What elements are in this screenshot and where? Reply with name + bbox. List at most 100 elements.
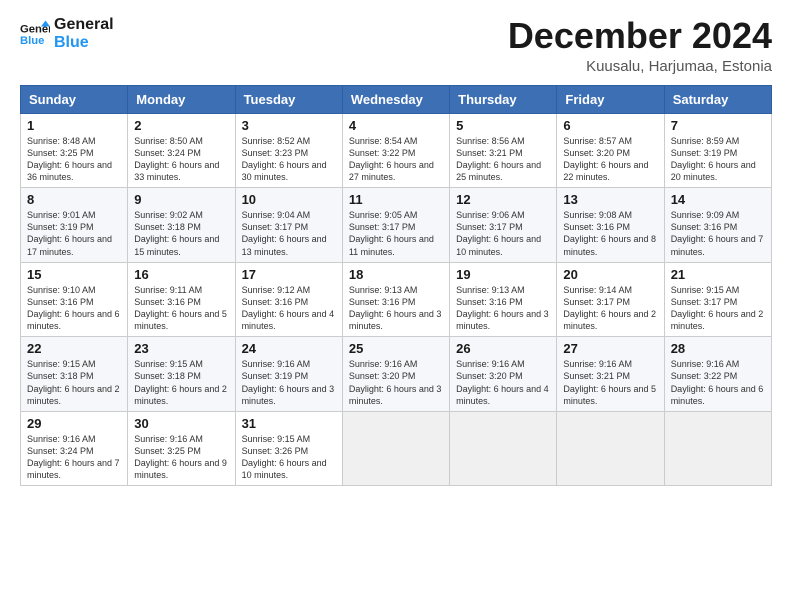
logo-icon: General Blue (20, 19, 50, 49)
cell-daylight: Daylight: 6 hours and 2 minutes. (563, 308, 657, 332)
table-row: 5 Sunrise: 8:56 AM Sunset: 3:21 PM Dayli… (450, 113, 557, 188)
day-number: 18 (349, 267, 443, 282)
cell-sunset: Sunset: 3:20 PM (563, 147, 657, 159)
location-subtitle: Kuusalu, Harjumaa, Estonia (508, 58, 772, 75)
table-row: 23 Sunrise: 9:15 AM Sunset: 3:18 PM Dayl… (128, 337, 235, 412)
cell-sunrise: Sunrise: 9:02 AM (134, 209, 228, 221)
cell-sunrise: Sunrise: 8:59 AM (671, 135, 765, 147)
cell-sunrise: Sunrise: 8:54 AM (349, 135, 443, 147)
table-row: 29 Sunrise: 9:16 AM Sunset: 3:24 PM Dayl… (21, 411, 128, 486)
day-number: 3 (242, 118, 336, 133)
table-row: 28 Sunrise: 9:16 AM Sunset: 3:22 PM Dayl… (664, 337, 771, 412)
cell-daylight: Daylight: 6 hours and 6 minutes. (671, 383, 765, 407)
cell-daylight: Daylight: 6 hours and 11 minutes. (349, 233, 443, 257)
cell-sunrise: Sunrise: 9:11 AM (134, 284, 228, 296)
cell-sunrise: Sunrise: 9:08 AM (563, 209, 657, 221)
cell-sunset: Sunset: 3:22 PM (349, 147, 443, 159)
cell-sunrise: Sunrise: 9:12 AM (242, 284, 336, 296)
table-row: 9 Sunrise: 9:02 AM Sunset: 3:18 PM Dayli… (128, 188, 235, 263)
cell-sunrise: Sunrise: 9:09 AM (671, 209, 765, 221)
table-row: 21 Sunrise: 9:15 AM Sunset: 3:17 PM Dayl… (664, 262, 771, 337)
table-row: 18 Sunrise: 9:13 AM Sunset: 3:16 PM Dayl… (342, 262, 449, 337)
cell-daylight: Daylight: 6 hours and 3 minutes. (242, 383, 336, 407)
day-number: 16 (134, 267, 228, 282)
cell-sunset: Sunset: 3:20 PM (349, 370, 443, 382)
cell-daylight: Daylight: 6 hours and 4 minutes. (456, 383, 550, 407)
cell-sunset: Sunset: 3:21 PM (456, 147, 550, 159)
cell-sunrise: Sunrise: 9:15 AM (134, 358, 228, 370)
day-number: 29 (27, 416, 121, 431)
header-tuesday: Tuesday (235, 85, 342, 113)
day-number: 12 (456, 192, 550, 207)
day-number: 14 (671, 192, 765, 207)
cell-sunrise: Sunrise: 9:16 AM (671, 358, 765, 370)
cell-sunset: Sunset: 3:23 PM (242, 147, 336, 159)
cell-sunrise: Sunrise: 9:15 AM (671, 284, 765, 296)
cell-sunrise: Sunrise: 9:04 AM (242, 209, 336, 221)
table-row: 4 Sunrise: 8:54 AM Sunset: 3:22 PM Dayli… (342, 113, 449, 188)
logo-general: General (54, 16, 114, 34)
table-row: 31 Sunrise: 9:15 AM Sunset: 3:26 PM Dayl… (235, 411, 342, 486)
table-row: 3 Sunrise: 8:52 AM Sunset: 3:23 PM Dayli… (235, 113, 342, 188)
cell-daylight: Daylight: 6 hours and 5 minutes. (563, 383, 657, 407)
cell-sunrise: Sunrise: 8:50 AM (134, 135, 228, 147)
cell-daylight: Daylight: 6 hours and 3 minutes. (456, 308, 550, 332)
day-number: 24 (242, 341, 336, 356)
cell-sunset: Sunset: 3:17 PM (242, 221, 336, 233)
cell-sunset: Sunset: 3:17 PM (563, 296, 657, 308)
cell-sunset: Sunset: 3:16 PM (27, 296, 121, 308)
table-row (342, 411, 449, 486)
logo-blue: Blue (54, 34, 114, 52)
table-row (664, 411, 771, 486)
cell-sunrise: Sunrise: 8:52 AM (242, 135, 336, 147)
month-title: December 2024 (508, 16, 772, 56)
cell-sunrise: Sunrise: 8:48 AM (27, 135, 121, 147)
calendar-week-row: 1 Sunrise: 8:48 AM Sunset: 3:25 PM Dayli… (21, 113, 772, 188)
cell-daylight: Daylight: 6 hours and 10 minutes. (242, 457, 336, 481)
cell-sunset: Sunset: 3:19 PM (242, 370, 336, 382)
cell-daylight: Daylight: 6 hours and 25 minutes. (456, 159, 550, 183)
table-row: 25 Sunrise: 9:16 AM Sunset: 3:20 PM Dayl… (342, 337, 449, 412)
calendar-week-row: 22 Sunrise: 9:15 AM Sunset: 3:18 PM Dayl… (21, 337, 772, 412)
cell-sunset: Sunset: 3:16 PM (134, 296, 228, 308)
cell-daylight: Daylight: 6 hours and 7 minutes. (671, 233, 765, 257)
cell-sunset: Sunset: 3:24 PM (27, 445, 121, 457)
header-wednesday: Wednesday (342, 85, 449, 113)
cell-daylight: Daylight: 6 hours and 33 minutes. (134, 159, 228, 183)
table-row: 15 Sunrise: 9:10 AM Sunset: 3:16 PM Dayl… (21, 262, 128, 337)
cell-sunset: Sunset: 3:25 PM (27, 147, 121, 159)
cell-daylight: Daylight: 6 hours and 15 minutes. (134, 233, 228, 257)
day-number: 13 (563, 192, 657, 207)
cell-sunrise: Sunrise: 9:16 AM (349, 358, 443, 370)
day-number: 27 (563, 341, 657, 356)
day-number: 15 (27, 267, 121, 282)
cell-sunset: Sunset: 3:24 PM (134, 147, 228, 159)
cell-sunset: Sunset: 3:17 PM (349, 221, 443, 233)
cell-daylight: Daylight: 6 hours and 5 minutes. (134, 308, 228, 332)
cell-daylight: Daylight: 6 hours and 10 minutes. (456, 233, 550, 257)
table-row (450, 411, 557, 486)
table-row: 10 Sunrise: 9:04 AM Sunset: 3:17 PM Dayl… (235, 188, 342, 263)
table-row: 6 Sunrise: 8:57 AM Sunset: 3:20 PM Dayli… (557, 113, 664, 188)
table-row: 12 Sunrise: 9:06 AM Sunset: 3:17 PM Dayl… (450, 188, 557, 263)
cell-sunset: Sunset: 3:18 PM (134, 370, 228, 382)
cell-sunrise: Sunrise: 9:16 AM (242, 358, 336, 370)
cell-daylight: Daylight: 6 hours and 4 minutes. (242, 308, 336, 332)
table-row: 19 Sunrise: 9:13 AM Sunset: 3:16 PM Dayl… (450, 262, 557, 337)
cell-daylight: Daylight: 6 hours and 7 minutes. (27, 457, 121, 481)
cell-sunrise: Sunrise: 9:16 AM (134, 433, 228, 445)
cell-sunrise: Sunrise: 9:13 AM (349, 284, 443, 296)
header-saturday: Saturday (664, 85, 771, 113)
calendar-header-row: Sunday Monday Tuesday Wednesday Thursday… (21, 85, 772, 113)
cell-sunrise: Sunrise: 9:05 AM (349, 209, 443, 221)
day-number: 25 (349, 341, 443, 356)
table-row: 26 Sunrise: 9:16 AM Sunset: 3:20 PM Dayl… (450, 337, 557, 412)
day-number: 6 (563, 118, 657, 133)
cell-daylight: Daylight: 6 hours and 6 minutes. (27, 308, 121, 332)
cell-sunrise: Sunrise: 9:06 AM (456, 209, 550, 221)
cell-sunrise: Sunrise: 8:57 AM (563, 135, 657, 147)
cell-sunset: Sunset: 3:18 PM (134, 221, 228, 233)
cell-sunset: Sunset: 3:26 PM (242, 445, 336, 457)
day-number: 9 (134, 192, 228, 207)
table-row: 17 Sunrise: 9:12 AM Sunset: 3:16 PM Dayl… (235, 262, 342, 337)
